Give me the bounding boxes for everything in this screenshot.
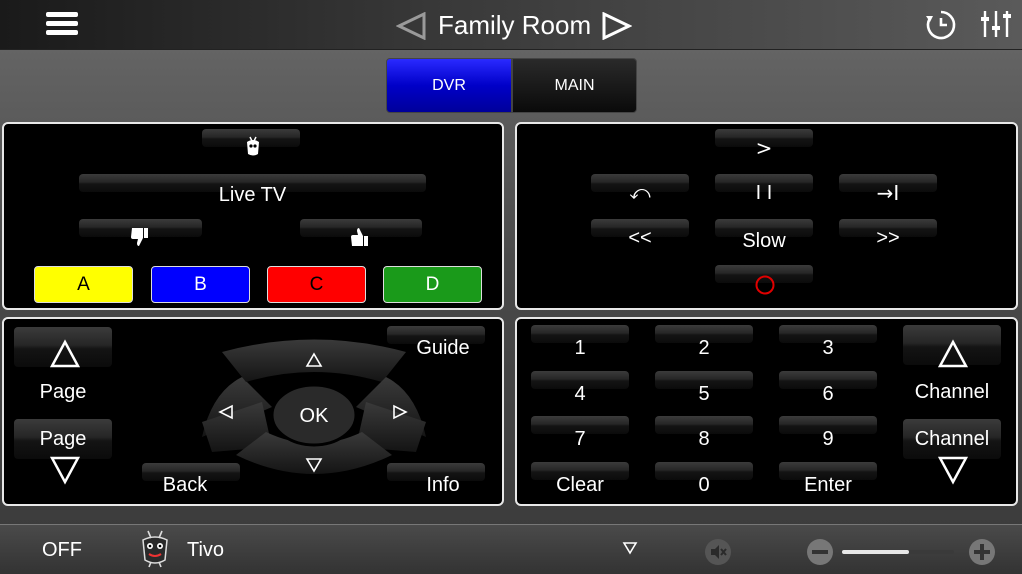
pause-label: I I — [755, 182, 773, 204]
skip-label: →I — [876, 181, 900, 205]
keypad-panel: 1 2 3 4 5 6 7 8 9 Clear 0 Enter Channel Channel — [515, 317, 1018, 506]
channel-up-label: Channel — [914, 381, 990, 403]
dpad-down-icon[interactable] — [305, 457, 323, 473]
keypad-key-label: Clear — [556, 474, 604, 496]
keypad-key-label: 2 — [698, 337, 710, 359]
replay-label: ⤺ — [629, 180, 651, 204]
keypad-key-label: 3 — [822, 337, 834, 359]
triangle-up-icon — [50, 339, 80, 368]
color-d-button[interactable]: D — [383, 266, 482, 303]
channel-down-icon — [938, 456, 968, 485]
live-tv-label: Live TV — [218, 184, 287, 206]
keypad-key-label: 4 — [574, 383, 586, 405]
keypad-key-label: 9 — [822, 428, 834, 450]
rewind-label: << — [628, 227, 652, 249]
keypad-key-label: 7 — [574, 428, 586, 450]
triangle-down-icon — [50, 456, 80, 485]
room-title: Family Room — [438, 10, 592, 40]
play-label: > — [755, 136, 773, 160]
keypad-key-label: 0 — [698, 474, 710, 496]
color-a-button[interactable]: A — [34, 266, 133, 303]
keypad-key-label: 1 — [574, 337, 586, 359]
transport-panel: > ⤺ I I →I << Slow >> — [515, 122, 1018, 310]
thumbs-up-icon — [351, 228, 368, 246]
triangle-right-icon[interactable] — [602, 12, 632, 40]
channel-up-icon — [938, 339, 968, 368]
device-name[interactable]: Tivo — [187, 539, 224, 562]
color-c-button[interactable]: C — [267, 266, 366, 303]
triangle-down-icon[interactable] — [622, 541, 638, 555]
keypad-key-label: Enter — [804, 474, 852, 496]
channel-down-label: Channel — [914, 428, 990, 450]
triangle-left-icon[interactable] — [396, 12, 426, 40]
clock-icon[interactable] — [924, 8, 958, 42]
fast-forward-label: >> — [876, 227, 900, 249]
mute-icon[interactable] — [704, 538, 732, 566]
power-off-button[interactable]: OFF — [42, 539, 82, 562]
thumbs-down-icon — [131, 228, 148, 246]
plus-circle-icon[interactable] — [968, 538, 996, 566]
tab-dvr[interactable]: DVR — [386, 58, 512, 113]
tab-main[interactable]: MAIN — [512, 58, 637, 113]
dpad-left-icon[interactable] — [218, 404, 234, 420]
page-up-label: Page — [39, 381, 87, 403]
dvr-panel: Live TV A B C D — [2, 122, 504, 310]
ok-button[interactable]: OK — [279, 405, 349, 428]
volume-fill — [842, 550, 910, 554]
sliders-icon[interactable] — [980, 8, 1012, 40]
record-icon — [755, 275, 775, 295]
volume-track[interactable] — [842, 550, 954, 554]
back-label: Back — [162, 474, 208, 496]
tivo-logo-icon — [247, 136, 259, 156]
color-b-button[interactable]: B — [151, 266, 250, 303]
keypad-key-label: 8 — [698, 428, 710, 450]
slow-label: Slow — [742, 230, 786, 252]
dpad-right-icon[interactable] — [392, 404, 408, 420]
navigation-panel: Page Page Guide OK Back Info — [2, 317, 504, 506]
hamburger-menu-icon[interactable] — [46, 12, 78, 38]
dpad-up-icon[interactable] — [305, 352, 323, 368]
minus-circle-icon[interactable] — [806, 538, 834, 566]
info-label: Info — [426, 474, 460, 496]
page-down-label: Page — [39, 428, 87, 450]
keypad-key-label: 5 — [698, 383, 710, 405]
keypad-key-label: 6 — [822, 383, 834, 405]
tivo-mascot-icon — [142, 530, 168, 568]
